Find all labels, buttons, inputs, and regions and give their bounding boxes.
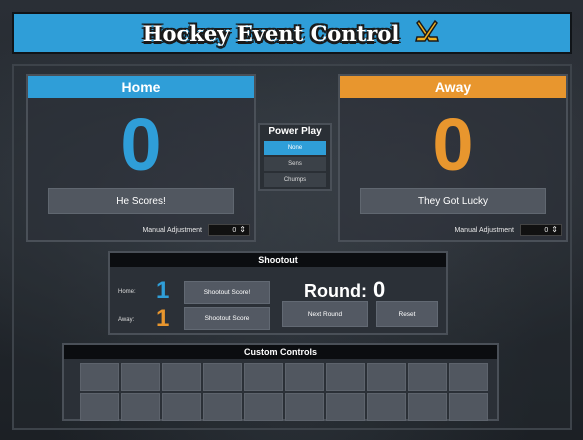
spinner-icon[interactable]: ⇕ bbox=[551, 226, 558, 234]
custom-control-button[interactable] bbox=[449, 363, 488, 391]
custom-controls-grid bbox=[80, 363, 488, 421]
spinner-icon[interactable]: ⇕ bbox=[239, 226, 246, 234]
next-round-button[interactable]: Next Round bbox=[282, 301, 368, 327]
custom-control-button[interactable] bbox=[203, 363, 242, 391]
round-value: 0 bbox=[372, 277, 386, 302]
shootout-panel: Shootout Home: 1 Shootout Score! Away: 1… bbox=[108, 251, 448, 335]
custom-control-button[interactable] bbox=[408, 393, 447, 421]
custom-control-button[interactable] bbox=[285, 363, 324, 391]
custom-control-button[interactable] bbox=[80, 363, 119, 391]
custom-controls-panel: Custom Controls bbox=[62, 343, 499, 421]
home-header: Home bbox=[28, 76, 254, 98]
shootout-home-label: Home: bbox=[118, 289, 136, 295]
round-display: Round: 0 bbox=[304, 277, 385, 303]
custom-control-button[interactable] bbox=[285, 393, 324, 421]
custom-control-button[interactable] bbox=[80, 393, 119, 421]
away-manual-label: Manual Adjustment bbox=[454, 226, 514, 234]
round-label: Round: bbox=[304, 281, 367, 301]
custom-control-button[interactable] bbox=[408, 363, 447, 391]
custom-control-button[interactable] bbox=[162, 363, 201, 391]
home-manual-value: 0 bbox=[232, 226, 237, 234]
custom-control-button[interactable] bbox=[162, 393, 201, 421]
custom-control-button[interactable] bbox=[244, 363, 283, 391]
away-manual-input[interactable]: 0 ⇕ bbox=[520, 224, 562, 236]
away-panel: Away 0 They Got Lucky Manual Adjustment … bbox=[338, 74, 568, 242]
power-play-option-chumps[interactable]: Chumps bbox=[264, 173, 326, 187]
app-header: Hockey Event Control bbox=[12, 12, 572, 54]
power-play-option-none[interactable]: None bbox=[264, 141, 326, 155]
custom-control-button[interactable] bbox=[326, 363, 365, 391]
custom-control-button[interactable] bbox=[121, 393, 160, 421]
custom-control-button[interactable] bbox=[326, 393, 365, 421]
custom-control-button[interactable] bbox=[367, 393, 406, 421]
shootout-title: Shootout bbox=[110, 253, 446, 267]
custom-control-button[interactable] bbox=[449, 393, 488, 421]
custom-control-button[interactable] bbox=[121, 363, 160, 391]
power-play-option-sens[interactable]: Sens bbox=[264, 157, 326, 171]
away-manual-value: 0 bbox=[544, 226, 549, 234]
shootout-home-score: 1 bbox=[156, 277, 170, 304]
custom-control-button[interactable] bbox=[367, 363, 406, 391]
away-score-button[interactable]: They Got Lucky bbox=[360, 188, 546, 214]
away-header: Away bbox=[340, 76, 566, 98]
home-manual-label: Manual Adjustment bbox=[142, 226, 202, 234]
power-play-title: Power Play bbox=[268, 126, 322, 137]
power-play-panel: Power Play None Sens Chumps bbox=[258, 123, 332, 191]
shootout-away-score: 1 bbox=[156, 305, 170, 332]
home-manual-adjustment: Manual Adjustment 0 ⇕ bbox=[142, 224, 250, 236]
shootout-away-score-button[interactable]: Shootout Score bbox=[184, 307, 270, 330]
custom-control-button[interactable] bbox=[244, 393, 283, 421]
away-manual-adjustment: Manual Adjustment 0 ⇕ bbox=[454, 224, 562, 236]
custom-control-button[interactable] bbox=[203, 393, 242, 421]
shootout-home-score-button[interactable]: Shootout Score! bbox=[184, 281, 270, 304]
hockey-sticks-icon bbox=[415, 19, 440, 42]
away-score: 0 bbox=[432, 103, 474, 186]
home-panel: Home 0 He Scores! Manual Adjustment 0 ⇕ bbox=[26, 74, 256, 242]
home-manual-input[interactable]: 0 ⇕ bbox=[208, 224, 250, 236]
app-title: Hockey Event Control bbox=[142, 20, 400, 46]
home-score: 0 bbox=[120, 103, 162, 186]
shootout-away-label: Away: bbox=[118, 317, 135, 323]
home-score-button[interactable]: He Scores! bbox=[48, 188, 234, 214]
custom-controls-title: Custom Controls bbox=[64, 345, 497, 359]
reset-button[interactable]: Reset bbox=[376, 301, 438, 327]
